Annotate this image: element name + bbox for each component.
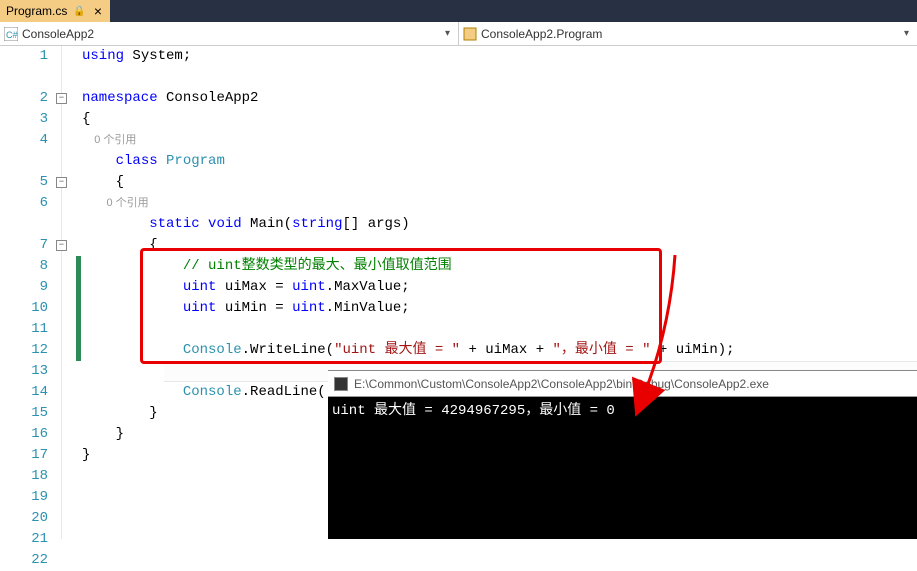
nav-scope-label: ConsoleApp2: [22, 27, 94, 41]
csharp-file-icon: C#: [4, 27, 18, 41]
console-icon: [334, 377, 348, 391]
fold-toggle[interactable]: −: [56, 240, 67, 251]
chevron-down-icon: ▾: [441, 28, 454, 39]
file-tab-program[interactable]: Program.cs 🔒 ×: [0, 0, 110, 22]
class-icon: [463, 27, 477, 41]
codelens-references[interactable]: 0 个引用: [106, 197, 148, 209]
close-icon[interactable]: ×: [92, 4, 104, 18]
fold-toggle[interactable]: −: [56, 93, 67, 104]
nav-member-label: ConsoleApp2.Program: [481, 27, 602, 41]
nav-scope-dropdown[interactable]: C# ConsoleApp2 ▾: [0, 22, 459, 45]
nav-member-dropdown[interactable]: ConsoleApp2.Program ▾: [459, 22, 917, 45]
console-titlebar[interactable]: E:\Common\Custom\ConsoleApp2\ConsoleApp2…: [328, 371, 917, 397]
tab-bar: Program.cs 🔒 ×: [0, 0, 917, 22]
chevron-down-icon: ▾: [900, 28, 913, 39]
navigation-bar: C# ConsoleApp2 ▾ ConsoleApp2.Program ▾: [0, 22, 917, 46]
svg-text:C#: C#: [6, 30, 18, 40]
console-window: E:\Common\Custom\ConsoleApp2\ConsoleApp2…: [328, 370, 917, 539]
line-number-gutter: 1 2 3 4 5 6 7 8 9 10 11 12 13 14 15 16 1…: [0, 46, 58, 539]
file-tab-label: Program.cs: [6, 4, 67, 18]
change-indicator: [76, 256, 81, 361]
console-title-text: E:\Common\Custom\ConsoleApp2\ConsoleApp2…: [354, 377, 769, 391]
console-output: uint 最大值 = 4294967295，最小值 = 0: [328, 397, 917, 421]
fold-column: − − −: [58, 46, 76, 539]
lock-icon: 🔒: [73, 6, 85, 17]
fold-toggle[interactable]: −: [56, 177, 67, 188]
codelens-references[interactable]: 0 个引用: [94, 134, 136, 146]
